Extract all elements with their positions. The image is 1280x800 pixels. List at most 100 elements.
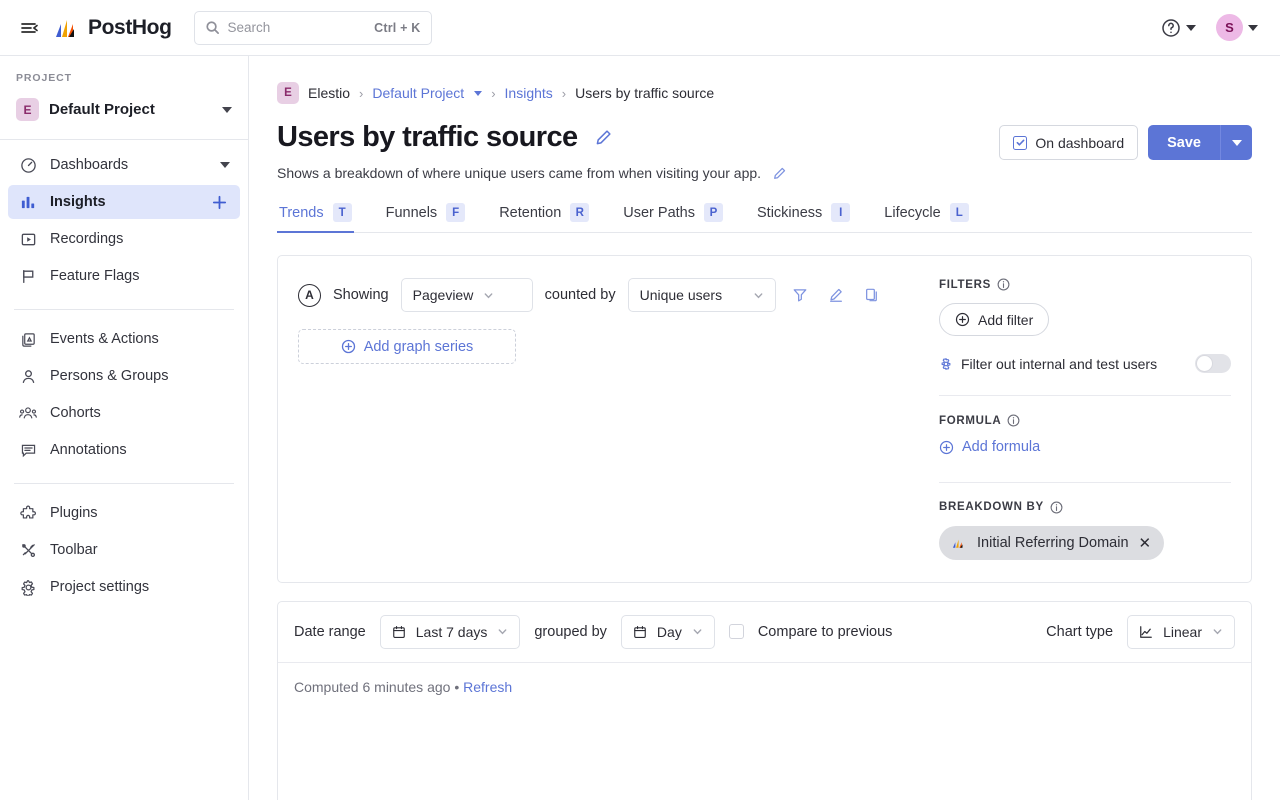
query-editor-card: A Showing Pageview counted by Unique use…: [277, 255, 1252, 583]
breakdown-value-pill[interactable]: Initial Referring Domain ✕: [939, 526, 1164, 560]
help-menu-button[interactable]: [1157, 14, 1200, 42]
add-formula-button[interactable]: Add formula: [939, 439, 1040, 455]
chevron-down-icon: [483, 290, 494, 301]
breadcrumb-project[interactable]: Default Project: [372, 85, 464, 101]
sidebar-item-dashboards[interactable]: Dashboards: [8, 148, 240, 182]
insights-bar-chart-icon: [18, 192, 38, 212]
chart-type-label: Chart type: [1046, 624, 1113, 640]
sidebar-item-project-settings[interactable]: Project settings: [8, 570, 240, 604]
compare-to-previous-label[interactable]: Compare to previous: [758, 624, 893, 640]
tab-retention[interactable]: Retention R: [497, 203, 591, 232]
tab-lifecycle[interactable]: Lifecycle L: [882, 203, 970, 232]
sidebar-item-feature-flags[interactable]: Feature Flags: [8, 259, 240, 293]
save-dropdown-button[interactable]: [1220, 125, 1252, 160]
tab-stickiness[interactable]: Stickiness I: [755, 203, 852, 232]
refresh-link[interactable]: Refresh: [463, 679, 512, 695]
page-description: Shows a breakdown of where unique users …: [277, 165, 761, 181]
sidebar-item-insights[interactable]: Insights: [8, 185, 240, 219]
pencil-edit-icon[interactable]: [772, 166, 787, 181]
chevron-down-icon: [692, 626, 703, 637]
toggle-knob: [1196, 355, 1213, 372]
sidebar-item-label: Cohorts: [50, 405, 230, 421]
project-switcher[interactable]: E Default Project: [8, 92, 240, 127]
interval-select[interactable]: Day: [621, 615, 715, 649]
math-select-value: Unique users: [640, 287, 723, 303]
top-bar: PostHog Search Ctrl + K S: [0, 0, 1280, 56]
chevron-down-icon: [1212, 626, 1223, 637]
tab-trends[interactable]: Trends T: [277, 203, 354, 232]
breakdown-value-label: Initial Referring Domain: [977, 535, 1129, 551]
internal-users-toggle[interactable]: [1195, 354, 1231, 373]
breadcrumb-separator: ›: [562, 86, 566, 101]
duplicate-copy-icon[interactable]: [860, 283, 884, 307]
sidebar-item-persons-groups[interactable]: Persons & Groups: [8, 359, 240, 393]
sidebar-item-recordings[interactable]: Recordings: [8, 222, 240, 256]
sidebar-item-label: Recordings: [50, 231, 230, 247]
chevron-down-icon[interactable]: [474, 91, 482, 96]
event-select[interactable]: Pageview: [401, 278, 533, 312]
info-icon[interactable]: [1007, 414, 1020, 427]
math-select[interactable]: Unique users: [628, 278, 776, 312]
chart-card: Date range Last 7 days grouped by Day: [277, 601, 1252, 800]
chart-controls-toolbar: Date range Last 7 days grouped by Day: [278, 602, 1251, 663]
info-icon[interactable]: [997, 278, 1010, 291]
add-graph-series-button[interactable]: Add graph series: [298, 329, 516, 364]
sidebar-item-events-actions[interactable]: Events & Actions: [8, 322, 240, 356]
compare-to-previous-checkbox[interactable]: [729, 624, 744, 639]
info-icon[interactable]: [1050, 501, 1063, 514]
page-description-row: Shows a breakdown of where unique users …: [277, 165, 999, 181]
page-title: Users by traffic source: [277, 121, 578, 154]
tab-shortcut: F: [446, 203, 465, 222]
chevron-down-icon: [1248, 25, 1258, 31]
search-shortcut: Ctrl + K: [374, 21, 420, 35]
close-icon[interactable]: ✕: [1139, 534, 1152, 552]
brand-logo-link[interactable]: PostHog: [54, 15, 172, 41]
tab-label: Funnels: [386, 205, 438, 221]
save-button[interactable]: Save: [1148, 125, 1220, 160]
new-insight-button[interactable]: [208, 191, 230, 213]
chevron-down-icon[interactable]: [220, 162, 230, 168]
filters-heading-row: FILTERS: [939, 278, 1231, 291]
sidebar-item-label: Project settings: [50, 579, 230, 595]
date-range-select[interactable]: Last 7 days: [380, 615, 521, 649]
save-button-group: Save: [1148, 125, 1252, 160]
breadcrumb-insights[interactable]: Insights: [505, 85, 553, 101]
tab-funnels[interactable]: Funnels F: [384, 203, 468, 232]
sidebar-item-label: Events & Actions: [50, 331, 230, 347]
panel-divider: [939, 482, 1231, 483]
tab-label: User Paths: [623, 205, 695, 221]
filter-funnel-icon[interactable]: [788, 283, 812, 307]
sidebar-item-plugins[interactable]: Plugins: [8, 496, 240, 530]
tab-shortcut: T: [333, 203, 352, 222]
sidebar-item-cohorts[interactable]: Cohorts: [8, 396, 240, 430]
formula-heading: FORMULA: [939, 415, 1001, 427]
on-dashboard-button[interactable]: On dashboard: [999, 125, 1138, 160]
pencil-edit-icon[interactable]: [594, 128, 613, 147]
line-chart-icon: [1139, 625, 1153, 639]
sidebar-item-label: Plugins: [50, 505, 230, 521]
add-filter-button[interactable]: Add filter: [939, 303, 1049, 336]
insight-type-tabs: Trends T Funnels F Retention R User Path…: [277, 203, 1252, 233]
tab-label: Trends: [279, 205, 324, 221]
series-letter-badge: A: [298, 284, 321, 307]
help-circle-icon: [1161, 18, 1181, 38]
hamburger-collapse-icon[interactable]: [14, 13, 44, 43]
sidebar-item-label: Persons & Groups: [50, 368, 230, 384]
sidebar-item-toolbar[interactable]: Toolbar: [8, 533, 240, 567]
chevron-down-icon: [1232, 140, 1242, 146]
user-menu-button[interactable]: S: [1212, 10, 1262, 45]
search-input[interactable]: Search Ctrl + K: [194, 11, 432, 45]
sidebar-section-label: PROJECT: [0, 72, 248, 84]
breadcrumb-org[interactable]: Elestio: [308, 85, 350, 101]
sidebar-item-annotations[interactable]: Annotations: [8, 433, 240, 467]
chevron-down-icon: [222, 107, 232, 113]
tab-user-paths[interactable]: User Paths P: [621, 203, 725, 232]
plus-circle-icon: [939, 440, 954, 455]
gear-icon[interactable]: [939, 357, 953, 371]
chart-type-select[interactable]: Linear: [1127, 615, 1235, 649]
search-icon: [205, 20, 220, 35]
puzzle-piece-icon: [18, 503, 38, 523]
pencil-edit-icon[interactable]: [824, 283, 848, 307]
comment-lines-icon: [18, 440, 38, 460]
play-square-icon: [18, 229, 38, 249]
